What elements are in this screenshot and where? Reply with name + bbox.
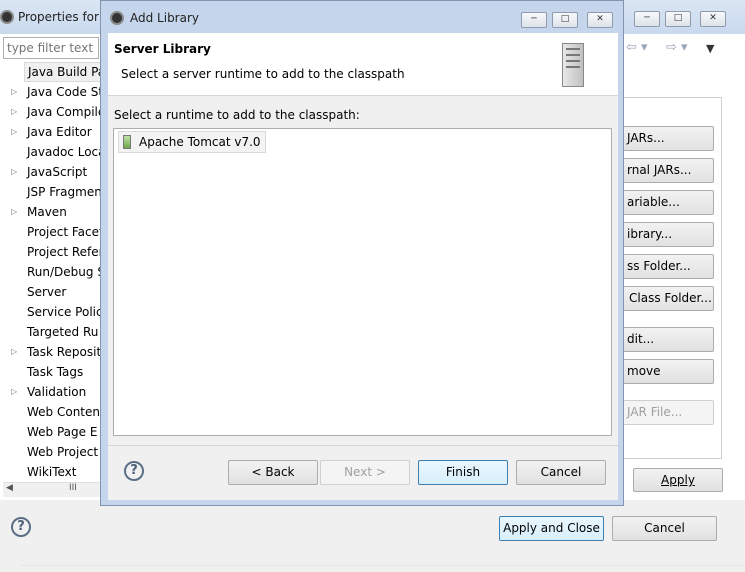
- dialog-title: Add Library: [130, 11, 200, 25]
- back-button[interactable]: < Back: [228, 460, 318, 485]
- tree-item-label: Web Conten: [27, 405, 100, 419]
- dialog-maximize-button[interactable]: □: [552, 12, 578, 28]
- tree-item-label: Project Refer: [27, 245, 100, 259]
- tree-item[interactable]: ▷ Java Compile: [0, 102, 100, 122]
- list-item[interactable]: Apache Tomcat v7.0: [118, 131, 266, 153]
- tree-item-label: Service Polic: [27, 305, 100, 319]
- parent-close-button[interactable]: ✕: [700, 11, 726, 27]
- finish-button[interactable]: Finish: [418, 460, 508, 485]
- build-path-button[interactable]: ariable...: [618, 190, 714, 215]
- next-button[interactable]: Next >: [320, 460, 410, 485]
- header-description: Select a server runtime to add to the cl…: [121, 67, 405, 81]
- server-icon: [562, 43, 584, 87]
- dialog-header: Server Library Select a server runtime t…: [108, 33, 618, 96]
- tree-item[interactable]: Targeted Ru: [0, 322, 100, 342]
- back-nav-icon[interactable]: ⇦ ▾: [626, 40, 648, 55]
- dialog-cancel-button[interactable]: Cancel: [516, 460, 606, 485]
- runtime-label: Apache Tomcat v7.0: [139, 135, 261, 149]
- tree-item-label: Web Project: [27, 445, 99, 459]
- tree-horizontal-scrollbar[interactable]: ◀ III: [3, 482, 100, 497]
- filter-input[interactable]: [3, 37, 99, 59]
- runtime-list[interactable]: Apache Tomcat v7.0: [113, 128, 612, 436]
- apply-button[interactable]: Apply: [633, 468, 723, 492]
- add-library-dialog: Add Library ─ □ ✕ Server Library Select …: [100, 0, 624, 506]
- tree-item-label: WikiText: [27, 465, 77, 479]
- header-title: Server Library: [114, 42, 211, 56]
- tree-item-label: Javadoc Loca: [27, 145, 100, 159]
- dialog-body: Select a runtime to add to the classpath…: [108, 96, 618, 500]
- server-runtime-icon: [123, 135, 131, 149]
- expand-arrow-icon[interactable]: ▷: [11, 122, 17, 142]
- parent-title: Properties for: [18, 10, 99, 24]
- tree-item[interactable]: ▷ Maven: [0, 202, 100, 222]
- tree-item[interactable]: Service Polic: [0, 302, 100, 322]
- expand-arrow-icon[interactable]: ▷: [11, 202, 17, 222]
- parent-maximize-button[interactable]: □: [665, 11, 691, 27]
- tree-item[interactable]: Web Conten: [0, 402, 100, 422]
- button-separator: [108, 445, 618, 446]
- help-icon[interactable]: ?: [124, 461, 144, 481]
- build-path-button[interactable]: JARs...: [618, 126, 714, 151]
- tree-item-label: Maven: [27, 205, 67, 219]
- tree-item-label: Java Code St: [27, 85, 100, 99]
- help-icon[interactable]: ?: [11, 517, 31, 537]
- expand-arrow-icon[interactable]: ▷: [11, 102, 17, 122]
- parent-minimize-button[interactable]: ─: [634, 11, 660, 27]
- build-path-button[interactable]: rnal JARs...: [618, 158, 714, 183]
- tree-item-label: Server: [27, 285, 67, 299]
- tree-item-label: JavaScript: [27, 165, 88, 179]
- tree-item-label: Java Build Pa: [24, 62, 100, 82]
- resize-grip: [20, 565, 745, 566]
- properties-tree: Java Build Pa ▷ Java Code St ▷ Java Compile ▷…: [0, 62, 100, 482]
- build-path-button[interactable]: ss Folder...: [618, 254, 714, 279]
- tree-item-label: Validation: [27, 385, 87, 399]
- tree-item[interactable]: JSP Fragmen: [0, 182, 100, 202]
- build-path-button[interactable]: ibrary...: [618, 222, 714, 247]
- tree-item-label: Java Editor: [27, 125, 92, 139]
- tree-item[interactable]: Web Project: [0, 442, 100, 462]
- dialog-close-button[interactable]: ✕: [587, 12, 613, 28]
- tree-item[interactable]: WikiText: [0, 462, 100, 482]
- eclipse-gear-icon: [0, 10, 14, 24]
- tree-item[interactable]: Web Page E: [0, 422, 100, 442]
- build-path-button[interactable]: move: [618, 359, 714, 384]
- tree-item[interactable]: ▷ Java Code St: [0, 82, 100, 102]
- expand-arrow-icon[interactable]: ▷: [11, 82, 17, 102]
- tree-item[interactable]: Java Build Pa: [0, 62, 100, 82]
- tree-item-label: Java Compile: [27, 105, 100, 119]
- forward-nav-icon[interactable]: ⇨ ▾: [666, 40, 688, 55]
- tree-item[interactable]: ▷ Task Reposit: [0, 342, 100, 362]
- tree-item-label: Targeted Ru: [27, 325, 99, 339]
- build-path-button[interactable]: JAR File...: [618, 400, 714, 425]
- tree-item-label: Task Tags: [27, 365, 84, 379]
- scroll-grip: III: [69, 483, 77, 493]
- apply-and-close-button[interactable]: Apply and Close: [499, 516, 604, 541]
- tree-item-label: Web Page E: [27, 425, 98, 439]
- tree-item[interactable]: Server: [0, 282, 100, 302]
- expand-arrow-icon[interactable]: ▷: [11, 342, 17, 362]
- view-menu-icon[interactable]: ▼: [706, 42, 714, 55]
- scroll-left-icon[interactable]: ◀: [6, 483, 13, 493]
- build-path-button[interactable]: dit...: [618, 327, 714, 352]
- tree-item[interactable]: Run/Debug S: [0, 262, 100, 282]
- tree-item-label: Task Reposit: [27, 345, 100, 359]
- dialog-minimize-button[interactable]: ─: [521, 12, 547, 28]
- eclipse-gear-icon: [110, 11, 124, 25]
- build-path-button[interactable]: Class Folder...: [618, 286, 714, 311]
- tree-item[interactable]: Project Refer: [0, 242, 100, 262]
- tree-item[interactable]: ▷ JavaScript: [0, 162, 100, 182]
- expand-arrow-icon[interactable]: ▷: [11, 382, 17, 402]
- parent-cancel-button[interactable]: Cancel: [612, 516, 717, 541]
- tree-item-label: JSP Fragmen: [27, 185, 100, 199]
- tree-item-label: Run/Debug S: [27, 265, 100, 279]
- tree-item[interactable]: Project Facet: [0, 222, 100, 242]
- tree-item[interactable]: Javadoc Loca: [0, 142, 100, 162]
- tree-item[interactable]: ▷ Validation: [0, 382, 100, 402]
- tree-item[interactable]: ▷ Java Editor: [0, 122, 100, 142]
- expand-arrow-icon[interactable]: ▷: [11, 162, 17, 182]
- tree-item[interactable]: Task Tags: [0, 362, 100, 382]
- tree-item-label: Project Facet: [27, 225, 100, 239]
- list-label: Select a runtime to add to the classpath…: [114, 108, 360, 122]
